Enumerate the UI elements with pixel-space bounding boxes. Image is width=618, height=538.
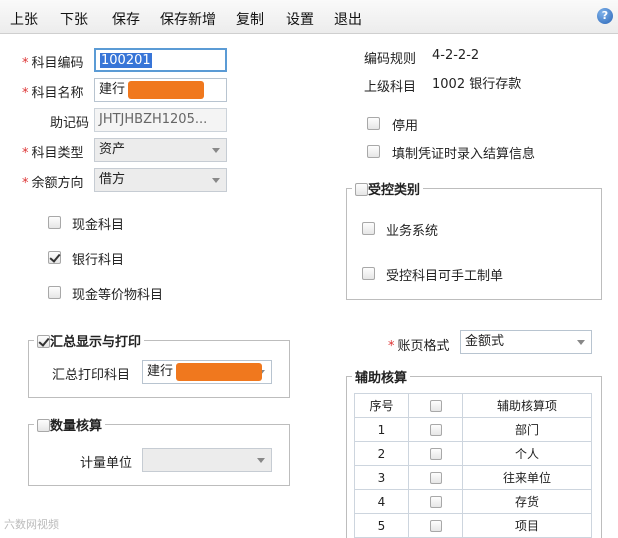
row-index: 1 [354, 417, 409, 442]
chevron-down-icon [212, 178, 220, 183]
row-index: 4 [354, 489, 409, 514]
business-label: 业务系统 [386, 224, 439, 239]
copy-button[interactable]: 复制 [236, 9, 264, 29]
row-checkbox[interactable] [429, 496, 442, 508]
manual-checkbox[interactable] [362, 267, 375, 280]
balance-label: * 余额方向 [22, 176, 84, 191]
name-label: * 科目名称 [22, 86, 84, 101]
col-item-header: 辅助核算项 [462, 393, 592, 418]
table-row: 1 部门 [354, 417, 592, 442]
row-item: 往来单位 [462, 465, 592, 490]
col-index-header: 序号 [354, 393, 409, 418]
row-item: 项目 [462, 513, 592, 538]
unit-label: 计量单位 [80, 456, 133, 471]
quantity-legend: 数量核算 [34, 415, 106, 434]
row-checkbox[interactable] [429, 520, 442, 532]
watermark: 六数网视频 [4, 518, 59, 531]
cash-label: 现金科目 [72, 218, 125, 233]
table-row: 3 往来单位 [354, 465, 592, 490]
chevron-down-icon [212, 148, 220, 153]
toolbar: 上张 下张 保存 保存新增 复制 设置 退出 ? [0, 0, 618, 34]
aux-legend: 辅助核算 [352, 367, 411, 386]
type-label: * 科目类型 [22, 146, 84, 161]
table-row: 4 存货 [354, 489, 592, 514]
cash-equivalent-checkbox[interactable] [48, 286, 61, 299]
type-select[interactable]: 资产 [94, 138, 227, 162]
settings-button[interactable]: 设置 [286, 9, 314, 29]
row-index: 2 [354, 441, 409, 466]
business-checkbox[interactable] [362, 222, 375, 235]
chevron-down-icon [257, 458, 265, 463]
table-row: 5 项目 [354, 513, 592, 538]
controlled-legend: 受控类别 [352, 179, 424, 198]
row-checkbox[interactable] [429, 472, 442, 484]
disable-checkbox[interactable] [367, 117, 380, 130]
settle-label: 填制凭证时录入结算信息 [392, 147, 536, 162]
row-item: 部门 [462, 417, 592, 442]
rule-value: 4-2-2-2 [432, 48, 480, 63]
row-index: 3 [354, 465, 409, 490]
redaction-mark [176, 363, 262, 381]
chevron-down-icon [577, 340, 585, 345]
unit-select[interactable] [142, 448, 272, 472]
parent-label: 上级科目 [364, 80, 417, 95]
manual-label: 受控科目可手工制单 [386, 269, 504, 284]
bank-label: 银行科目 [72, 253, 125, 268]
row-checkbox[interactable] [429, 424, 442, 436]
prev-button[interactable]: 上张 [10, 9, 38, 29]
cash-checkbox[interactable] [48, 216, 61, 229]
bank-checkbox[interactable] [48, 251, 61, 264]
col-check-header [408, 393, 463, 418]
table-row: 2 个人 [354, 441, 592, 466]
quantity-checkbox[interactable] [37, 419, 50, 432]
row-item: 存货 [462, 489, 592, 514]
summary-checkbox[interactable] [37, 335, 50, 348]
settle-checkbox[interactable] [367, 145, 380, 158]
redaction-mark [128, 81, 204, 99]
table-header: 序号 辅助核算项 [354, 393, 592, 418]
parent-value: 1002 银行存款 [432, 77, 522, 92]
cash-equivalent-label: 现金等价物科目 [72, 288, 164, 303]
controlled-checkbox[interactable] [355, 183, 368, 196]
code-field[interactable]: 100201 [94, 48, 227, 72]
save-button[interactable]: 保存 [112, 9, 140, 29]
rule-label: 编码规则 [364, 52, 417, 67]
code-label: * 科目编码 [22, 56, 84, 71]
row-checkbox[interactable] [429, 448, 442, 460]
row-item: 个人 [462, 441, 592, 466]
ledger-select[interactable]: 金额式 [460, 330, 592, 354]
next-button[interactable]: 下张 [60, 9, 88, 29]
help-icon[interactable]: ? [597, 8, 613, 24]
balance-select[interactable]: 借方 [94, 168, 227, 192]
row-index: 5 [354, 513, 409, 538]
ledger-label: * 账页格式 [388, 339, 450, 354]
summary-legend: 汇总显示与打印 [34, 331, 145, 350]
mnemonic-field[interactable]: JHTJHBZH1205... [94, 108, 227, 132]
disable-label: 停用 [392, 119, 419, 134]
select-all-checkbox[interactable] [429, 400, 442, 412]
print-label: 汇总打印科目 [52, 368, 131, 383]
exit-button[interactable]: 退出 [334, 9, 362, 29]
mnemonic-label: 助记码 [50, 116, 90, 131]
aux-table: 序号 辅助核算项 1 部门 2 个人 3 往来单位 4 存货 5 项目 [354, 393, 592, 538]
save-new-button[interactable]: 保存新增 [160, 9, 216, 29]
